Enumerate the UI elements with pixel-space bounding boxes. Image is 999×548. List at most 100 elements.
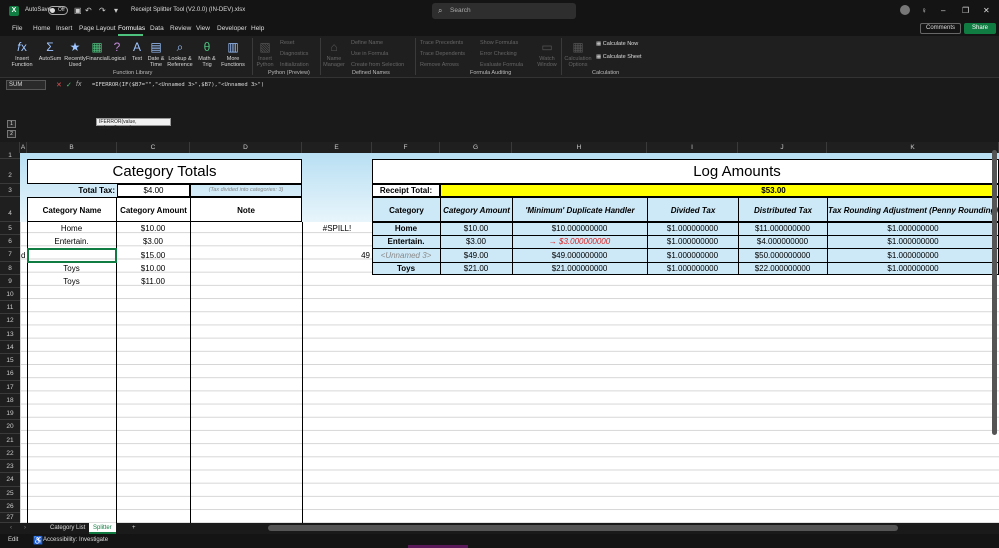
log-amount-cell[interactable]: $10.00: [440, 222, 512, 235]
lightbulb-icon[interactable]: ♀: [921, 6, 927, 15]
search-box[interactable]: ⌕ Search: [432, 3, 576, 19]
autosum-button[interactable]: Σ AutoSum: [36, 40, 64, 62]
logical-button[interactable]: ? Logical: [107, 40, 127, 62]
restore-icon[interactable]: ❐: [962, 6, 969, 15]
vertical-scrollbar[interactable]: [992, 150, 997, 435]
tab-insert[interactable]: Insert: [56, 25, 72, 32]
tab-review[interactable]: Review: [170, 25, 191, 32]
horizontal-scrollbar[interactable]: [268, 525, 898, 531]
customize-qat-icon[interactable]: ▾: [114, 6, 118, 15]
text-button[interactable]: A Text: [128, 40, 146, 62]
category-amount-cell[interactable]: $10.00: [116, 262, 190, 275]
row-header-23[interactable]: 23: [0, 460, 20, 473]
row-header-8[interactable]: 8: [0, 262, 20, 275]
log-distributed-cell[interactable]: $50.000000000: [738, 249, 827, 262]
log-rounding-cell[interactable]: $1.000000000: [827, 235, 999, 248]
category-name-cell[interactable]: Toys: [27, 275, 116, 288]
formula-input[interactable]: =IFERROR(IF($B7="","<Unnamed 3>",$B7),"<…: [92, 82, 264, 88]
log-amount-cell[interactable]: $21.00: [440, 262, 512, 275]
log-category-cell[interactable]: Toys: [372, 262, 440, 275]
log-divided-cell[interactable]: $1.000000000: [647, 249, 738, 262]
log-distributed-cell[interactable]: $22.000000000: [738, 262, 827, 275]
total-tax-value[interactable]: $4.00: [117, 184, 190, 197]
cancel-icon[interactable]: ✕: [56, 81, 62, 89]
recently-used-button[interactable]: ★ Recently Used: [62, 40, 88, 68]
log-rounding-cell[interactable]: $1.000000000: [827, 249, 999, 262]
undo-icon[interactable]: ↶: [85, 6, 92, 15]
outline-level-2-button[interactable]: 2: [7, 130, 16, 138]
tab-file[interactable]: File: [12, 25, 22, 32]
log-duplicate-cell-flagged[interactable]: → $3.000000000: [512, 235, 647, 248]
tab-home[interactable]: Home: [33, 25, 50, 32]
avatar[interactable]: [900, 5, 910, 15]
row-header-24[interactable]: 24: [0, 473, 20, 487]
row-header-10[interactable]: 10: [0, 288, 20, 301]
category-name-cell[interactable]: Entertain.: [27, 235, 116, 248]
financial-button[interactable]: ▦ Financial: [86, 40, 108, 62]
calculate-sheet-button[interactable]: ▦ Calculate Sheet: [596, 54, 642, 60]
log-divided-cell[interactable]: $1.000000000: [647, 262, 738, 275]
row-header-16[interactable]: 16: [0, 367, 20, 381]
sheet-tab-splitter[interactable]: Splitter: [89, 523, 116, 534]
lookup-button[interactable]: ⌕ Lookup & Reference: [165, 40, 195, 68]
spill-error-cell[interactable]: #SPILL!: [302, 222, 372, 235]
row-header-2[interactable]: 2: [0, 159, 20, 184]
col-header-h[interactable]: H: [512, 142, 647, 153]
fx-icon[interactable]: fx: [76, 81, 81, 88]
more-functions-button[interactable]: ▥ More Functions: [218, 40, 248, 68]
tab-help[interactable]: Help: [251, 25, 264, 32]
calculate-now-button[interactable]: ▦ Calculate Now: [596, 41, 638, 47]
log-amount-cell[interactable]: $49.00: [440, 249, 512, 262]
add-sheet-icon[interactable]: +: [128, 523, 140, 534]
close-icon[interactable]: ✕: [983, 6, 990, 15]
document-title[interactable]: Receipt Splitter Tool (V2.0.0) (IN-DEV).…: [131, 7, 245, 13]
col-header-d[interactable]: D: [190, 142, 302, 153]
row-header-6[interactable]: 6: [0, 235, 20, 248]
row-header-14[interactable]: 14: [0, 341, 20, 354]
row-header-12[interactable]: 12: [0, 314, 20, 328]
col-header-i[interactable]: I: [647, 142, 738, 153]
row-header-9[interactable]: 9: [0, 275, 20, 288]
comments-button[interactable]: Comments: [920, 23, 961, 34]
log-duplicate-cell[interactable]: $21.000000000: [512, 262, 647, 275]
redo-icon[interactable]: ↷: [99, 6, 106, 15]
cell-e7[interactable]: 49: [302, 249, 370, 262]
row-header-21[interactable]: 21: [0, 434, 20, 447]
col-header-c[interactable]: C: [117, 142, 190, 153]
save-icon[interactable]: ▣: [74, 6, 82, 15]
log-rounding-cell[interactable]: $1.000000000: [827, 222, 999, 235]
category-amount-cell[interactable]: $3.00: [116, 235, 190, 248]
row-header-22[interactable]: 22: [0, 447, 20, 460]
row-header-15[interactable]: 15: [0, 354, 20, 367]
row-header-3[interactable]: 3: [0, 184, 20, 197]
worksheet[interactable]: 1 2 A B C D E F G H I J K 1 2 3 4 5 6 7 …: [0, 118, 999, 523]
tab-developer[interactable]: Developer: [217, 25, 247, 32]
insert-function-button[interactable]: 𝑓x Insert Function: [8, 40, 36, 68]
enter-icon[interactable]: ✓: [66, 81, 72, 89]
log-duplicate-cell[interactable]: $49.000000000: [512, 249, 647, 262]
category-name-cell[interactable]: Home: [27, 222, 116, 235]
prev-sheet-icon[interactable]: ‹: [6, 523, 16, 534]
row-header-25[interactable]: 25: [0, 487, 20, 500]
cell-a7-editing[interactable]: d: [21, 249, 27, 262]
autosave-toggle[interactable]: Off: [48, 6, 68, 15]
share-button[interactable]: Share: [964, 23, 996, 34]
tab-data[interactable]: Data: [150, 25, 164, 32]
category-name-cell[interactable]: Toys: [27, 262, 116, 275]
tab-page-layout[interactable]: Page Layout: [79, 25, 116, 32]
log-category-cell[interactable]: Home: [372, 222, 440, 235]
accessibility-status[interactable]: Accessibility: Investigate: [43, 537, 108, 543]
name-box[interactable]: SUM: [6, 80, 46, 90]
row-header-11[interactable]: 11: [0, 301, 20, 314]
receipt-total-value[interactable]: $53.00: [440, 184, 999, 197]
category-amount-cell[interactable]: $11.00: [116, 275, 190, 288]
next-sheet-icon[interactable]: ›: [20, 523, 30, 534]
math-trig-button[interactable]: θ Math & Trig: [196, 40, 218, 68]
outline-level-1-button[interactable]: 1: [7, 120, 16, 128]
log-divided-cell[interactable]: $1.000000000: [647, 222, 738, 235]
col-header-k[interactable]: K: [827, 142, 999, 153]
row-header-17[interactable]: 17: [0, 381, 20, 394]
tab-view[interactable]: View: [196, 25, 210, 32]
col-header-e[interactable]: E: [302, 142, 372, 153]
log-duplicate-cell[interactable]: $10.000000000: [512, 222, 647, 235]
